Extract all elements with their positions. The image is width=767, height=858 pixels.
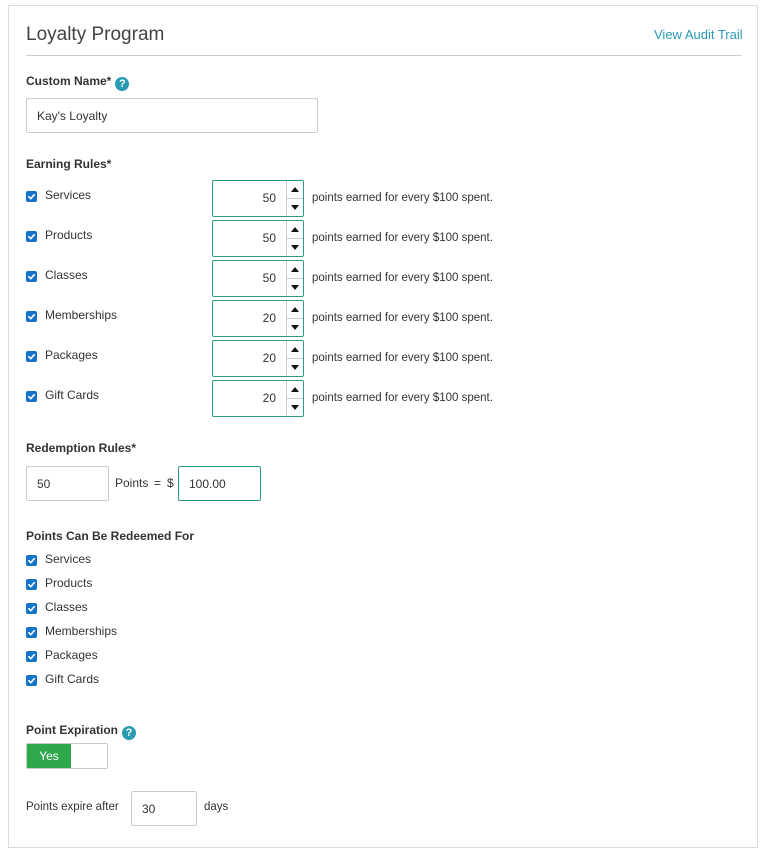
redemption-rules-label: Redemption Rules* <box>26 441 137 455</box>
page-title: Loyalty Program <box>26 24 165 45</box>
earning-rule-suffix: points earned for every $100 spent. <box>312 352 493 364</box>
expire-suffix: days <box>204 801 229 813</box>
caret-up-icon <box>291 227 299 232</box>
stepper-arrows <box>286 341 303 376</box>
caret-down-icon <box>291 405 299 410</box>
increment-button[interactable] <box>287 381 303 399</box>
stepper-value[interactable]: 50 <box>213 181 286 216</box>
earning-rule-suffix: points earned for every $100 spent. <box>312 392 493 404</box>
increment-button[interactable] <box>287 221 303 239</box>
redemption-dollar-input[interactable] <box>178 466 261 501</box>
stepper-arrows <box>286 261 303 296</box>
redeem-checkbox[interactable] <box>26 603 37 614</box>
caret-up-icon <box>291 307 299 312</box>
points-stepper[interactable]: 50 <box>212 260 304 297</box>
earning-checkbox[interactable] <box>26 391 37 402</box>
equals-sign: = <box>154 476 162 490</box>
help-icon[interactable]: ? <box>115 77 130 91</box>
expire-days-input[interactable] <box>131 791 197 826</box>
stepper-arrows <box>286 381 303 416</box>
point-expiration-toggle[interactable]: Yes <box>26 743 108 769</box>
redeem-checkbox[interactable] <box>26 627 37 638</box>
points-stepper[interactable]: 20 <box>212 340 304 377</box>
points-stepper[interactable]: 20 <box>212 380 304 417</box>
increment-button[interactable] <box>287 261 303 279</box>
caret-up-icon <box>291 267 299 272</box>
increment-button[interactable] <box>287 341 303 359</box>
caret-up-icon <box>291 387 299 392</box>
redeem-checkbox[interactable] <box>26 579 37 590</box>
redemption-points-input[interactable] <box>26 466 109 501</box>
help-icon[interactable]: ? <box>122 726 137 740</box>
custom-name-input[interactable] <box>26 98 318 133</box>
earning-rule-suffix: points earned for every $100 spent. <box>312 232 493 244</box>
stepper-arrows <box>286 181 303 216</box>
caret-down-icon <box>291 365 299 370</box>
earning-rule-suffix: points earned for every $100 spent. <box>312 272 493 284</box>
stepper-value[interactable]: 20 <box>213 381 286 416</box>
point-expiration-label: Point Expiration? <box>26 723 137 740</box>
stepper-arrows <box>286 221 303 256</box>
points-stepper[interactable]: 50 <box>212 180 304 217</box>
caret-down-icon <box>291 285 299 290</box>
loyalty-program-card: Loyalty Program View Audit Trail Custom … <box>8 5 758 848</box>
redeem-item-label: Products <box>45 576 93 590</box>
earning-rule-suffix: points earned for every $100 spent. <box>312 312 493 324</box>
earning-rule-label: Classes <box>45 268 88 282</box>
caret-up-icon <box>291 347 299 352</box>
earning-rule-label: Memberships <box>45 308 118 322</box>
custom-name-label-text: Custom Name* <box>26 74 112 88</box>
stepper-value[interactable]: 50 <box>213 261 286 296</box>
points-stepper[interactable]: 20 <box>212 300 304 337</box>
redeem-checkbox[interactable] <box>26 555 37 566</box>
caret-up-icon <box>291 187 299 192</box>
earning-rule-label: Packages <box>45 348 98 362</box>
increment-button[interactable] <box>287 181 303 199</box>
stepper-value[interactable]: 20 <box>213 301 286 336</box>
redeem-item-label: Services <box>45 552 92 566</box>
toggle-yes[interactable]: Yes <box>27 744 71 768</box>
earning-checkbox[interactable] <box>26 271 37 282</box>
points-stepper[interactable]: 50 <box>212 220 304 257</box>
view-audit-trail-link[interactable]: View Audit Trail <box>654 27 743 42</box>
decrement-button[interactable] <box>287 279 303 296</box>
toggle-no[interactable] <box>71 744 107 768</box>
earning-rule-label: Gift Cards <box>45 388 100 402</box>
stepper-value[interactable]: 20 <box>213 341 286 376</box>
decrement-button[interactable] <box>287 239 303 256</box>
caret-down-icon <box>291 245 299 250</box>
custom-name-label: Custom Name*? <box>26 74 130 91</box>
earning-rule-label: Services <box>45 188 92 202</box>
decrement-button[interactable] <box>287 359 303 376</box>
earning-checkbox[interactable] <box>26 311 37 322</box>
points-text: Points <box>115 476 149 490</box>
redeem-for-label: Points Can Be Redeemed For <box>26 529 195 543</box>
decrement-button[interactable] <box>287 399 303 416</box>
redeem-checkbox[interactable] <box>26 675 37 686</box>
earning-rules-label: Earning Rules* <box>26 157 112 171</box>
redeem-item-label: Classes <box>45 600 88 614</box>
redeem-checkbox[interactable] <box>26 651 37 662</box>
earning-rule-label: Products <box>45 228 93 242</box>
caret-down-icon <box>291 205 299 210</box>
earning-checkbox[interactable] <box>26 351 37 362</box>
expire-prefix: Points expire after <box>26 801 119 813</box>
header-divider <box>26 55 741 56</box>
stepper-arrows <box>286 301 303 336</box>
caret-down-icon <box>291 325 299 330</box>
decrement-button[interactable] <box>287 319 303 336</box>
currency-symbol: $ <box>167 476 174 490</box>
redeem-item-label: Gift Cards <box>45 672 100 686</box>
redeem-item-label: Packages <box>45 648 98 662</box>
earning-rule-suffix: points earned for every $100 spent. <box>312 192 493 204</box>
earning-checkbox[interactable] <box>26 231 37 242</box>
point-expiration-label-text: Point Expiration <box>26 723 119 737</box>
increment-button[interactable] <box>287 301 303 319</box>
earning-checkbox[interactable] <box>26 191 37 202</box>
decrement-button[interactable] <box>287 199 303 216</box>
stepper-value[interactable]: 50 <box>213 221 286 256</box>
redeem-item-label: Memberships <box>45 624 118 638</box>
